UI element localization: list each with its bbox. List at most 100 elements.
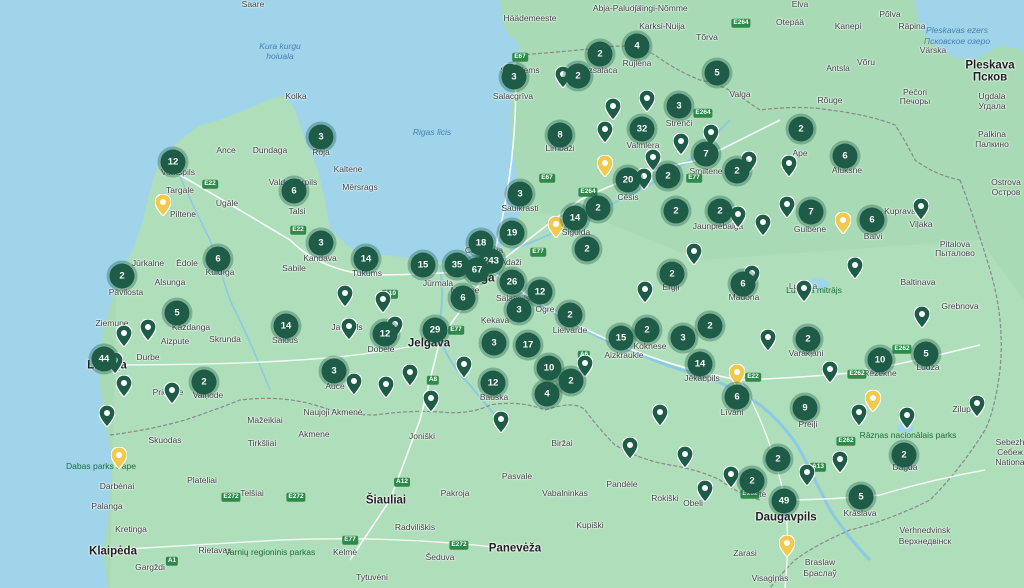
marker-cluster[interactable]: 9 — [792, 395, 818, 421]
marker-cluster[interactable]: 17 — [515, 332, 541, 358]
map-pin-marker-icon[interactable] — [140, 319, 156, 341]
marker-cluster[interactable]: 6 — [450, 285, 476, 311]
marker-cluster[interactable]: 2 — [659, 261, 685, 287]
marker-cluster[interactable]: 6 — [859, 207, 885, 233]
marker-cluster[interactable]: 5 — [164, 300, 190, 326]
map-pin-marker-icon[interactable] — [423, 390, 439, 412]
marker-cluster[interactable]: 2 — [109, 263, 135, 289]
marker-cluster[interactable]: 14 — [687, 351, 713, 377]
marker-cluster[interactable]: 2 — [574, 236, 600, 262]
marker-cluster[interactable]: 6 — [724, 384, 750, 410]
marker-cluster[interactable]: 4 — [624, 33, 650, 59]
marker-cluster[interactable]: 2 — [697, 313, 723, 339]
map-pin-highlighted-icon[interactable] — [729, 364, 745, 386]
marker-cluster[interactable]: 10 — [867, 347, 893, 373]
map-pin-marker-icon[interactable] — [781, 155, 797, 177]
map-pin-marker-icon[interactable] — [796, 280, 812, 302]
marker-cluster[interactable]: 2 — [585, 195, 611, 221]
marker-cluster[interactable]: 15 — [608, 325, 634, 351]
map-pin-marker-icon[interactable] — [847, 257, 863, 279]
map-pin-marker-icon[interactable] — [597, 121, 613, 143]
marker-cluster[interactable]: 3 — [501, 64, 527, 90]
marker-cluster[interactable]: 2 — [655, 163, 681, 189]
marker-cluster[interactable]: 26 — [499, 269, 525, 295]
map-pin-marker-icon[interactable] — [605, 98, 621, 120]
map-pin-marker-icon[interactable] — [337, 285, 353, 307]
map-pin-marker-icon[interactable] — [779, 196, 795, 218]
map-pin-highlighted-icon[interactable] — [597, 155, 613, 177]
marker-cluster[interactable]: 19 — [499, 220, 525, 246]
marker-cluster[interactable]: 2 — [191, 369, 217, 395]
marker-cluster[interactable]: 2 — [634, 317, 660, 343]
marker-cluster[interactable]: 5 — [848, 484, 874, 510]
map-pin-marker-icon[interactable] — [456, 356, 472, 378]
marker-cluster[interactable]: 5 — [704, 60, 730, 86]
map-pin-marker-icon[interactable] — [832, 451, 848, 473]
marker-cluster[interactable]: 7 — [693, 141, 719, 167]
marker-cluster[interactable]: 12 — [160, 149, 186, 175]
marker-cluster[interactable]: 5 — [913, 341, 939, 367]
marker-cluster[interactable]: 3 — [666, 93, 692, 119]
marker-cluster[interactable]: 14 — [273, 313, 299, 339]
map-pin-marker-icon[interactable] — [652, 404, 668, 426]
map-pin-marker-icon[interactable] — [375, 291, 391, 313]
marker-cluster[interactable]: 6 — [730, 271, 756, 297]
map-pin-marker-icon[interactable] — [799, 464, 815, 486]
marker-cluster[interactable]: 6 — [281, 178, 307, 204]
map-pin-marker-icon[interactable] — [822, 361, 838, 383]
marker-cluster[interactable]: 3 — [308, 230, 334, 256]
marker-cluster[interactable]: 2 — [795, 326, 821, 352]
marker-cluster[interactable]: 10 — [536, 355, 562, 381]
map-pin-highlighted-icon[interactable] — [779, 535, 795, 557]
map-pin-marker-icon[interactable] — [677, 446, 693, 468]
marker-cluster[interactable]: 2 — [739, 468, 765, 494]
map-pin-highlighted-icon[interactable] — [111, 447, 127, 469]
marker-cluster[interactable]: 2 — [788, 116, 814, 142]
map-pin-marker-icon[interactable] — [346, 373, 362, 395]
map-pin-marker-icon[interactable] — [637, 281, 653, 303]
map-pin-marker-icon[interactable] — [116, 325, 132, 347]
map-pin-marker-icon[interactable] — [673, 133, 689, 155]
map-pin-highlighted-icon[interactable] — [155, 194, 171, 216]
marker-cluster[interactable]: 3 — [481, 330, 507, 356]
map-pin-marker-icon[interactable] — [341, 318, 357, 340]
marker-cluster[interactable]: 3 — [506, 297, 532, 323]
marker-cluster[interactable]: 12 — [480, 370, 506, 396]
marker-cluster[interactable]: 2 — [765, 446, 791, 472]
marker-cluster[interactable]: 3 — [670, 325, 696, 351]
marker-cluster[interactable]: 6 — [832, 143, 858, 169]
map-pin-marker-icon[interactable] — [493, 411, 509, 433]
marker-cluster[interactable]: 20 — [615, 167, 641, 193]
marker-cluster[interactable]: 12 — [527, 279, 553, 305]
map-pin-marker-icon[interactable] — [755, 214, 771, 236]
marker-cluster[interactable]: 2 — [724, 158, 750, 184]
marker-cluster[interactable]: 14 — [562, 205, 588, 231]
map-pin-marker-icon[interactable] — [622, 437, 638, 459]
map-pin-marker-icon[interactable] — [402, 364, 418, 386]
marker-cluster[interactable]: 32 — [629, 116, 655, 142]
map-pin-highlighted-icon[interactable] — [865, 390, 881, 412]
map-pin-marker-icon[interactable] — [378, 376, 394, 398]
map-pin-marker-icon[interactable] — [760, 329, 776, 351]
marker-cluster[interactable]: 7 — [798, 199, 824, 225]
map-pin-highlighted-icon[interactable] — [835, 212, 851, 234]
marker-cluster[interactable]: 2 — [663, 198, 689, 224]
marker-cluster[interactable]: 2 — [565, 63, 591, 89]
map-pin-marker-icon[interactable] — [686, 243, 702, 265]
marker-cluster[interactable]: 3 — [321, 358, 347, 384]
map-pin-marker-icon[interactable] — [913, 198, 929, 220]
marker-cluster[interactable]: 12 — [372, 321, 398, 347]
marker-cluster[interactable]: 67 — [464, 257, 490, 283]
marker-cluster[interactable]: 8 — [547, 122, 573, 148]
marker-cluster[interactable]: 2 — [557, 302, 583, 328]
map-pin-marker-icon[interactable] — [164, 382, 180, 404]
map-pin-marker-icon[interactable] — [914, 306, 930, 328]
map-pin-marker-icon[interactable] — [723, 466, 739, 488]
map-pin-marker-icon[interactable] — [639, 90, 655, 112]
marker-cluster[interactable]: 3 — [308, 124, 334, 150]
marker-cluster[interactable]: 2 — [707, 198, 733, 224]
map-pin-marker-icon[interactable] — [99, 405, 115, 427]
marker-cluster[interactable]: 2 — [891, 442, 917, 468]
marker-cluster[interactable]: 3 — [507, 181, 533, 207]
marker-cluster[interactable]: 4 — [534, 381, 560, 407]
